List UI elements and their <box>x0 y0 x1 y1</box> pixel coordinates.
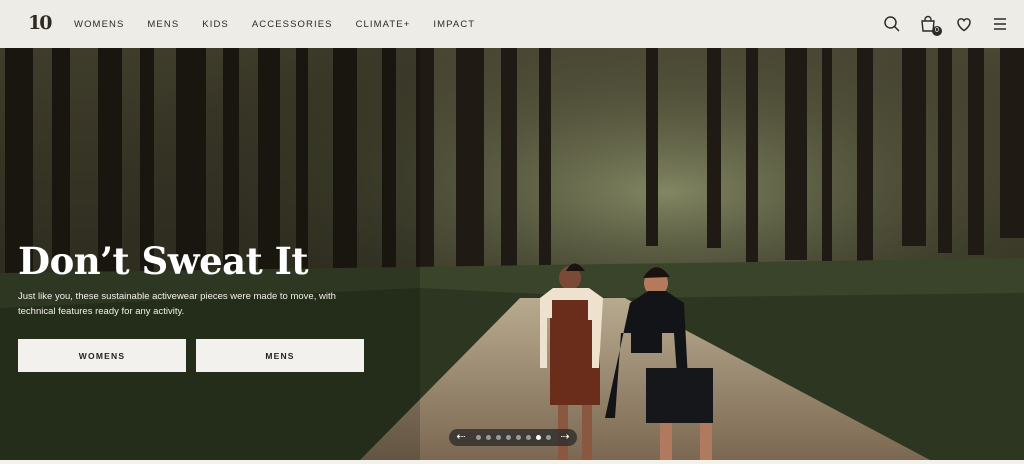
carousel-dot[interactable] <box>495 435 501 440</box>
nav-item-impact[interactable]: IMPACT <box>433 19 475 30</box>
top-navigation: 10 WOMENS MENS KIDS ACCESSORIES CLIMATE+… <box>0 0 1024 48</box>
nav-item-kids[interactable]: KIDS <box>202 19 229 30</box>
carousel-controls: ⇠ ⇢ <box>449 429 577 446</box>
carousel-dot[interactable] <box>545 435 551 440</box>
carousel-dot[interactable] <box>535 435 541 440</box>
carousel-dot[interactable] <box>505 435 511 440</box>
cart-icon[interactable]: 0 <box>918 14 942 36</box>
nav-item-womens[interactable]: WOMENS <box>74 19 124 30</box>
carousel-dots <box>475 435 551 440</box>
carousel-dot[interactable] <box>515 435 521 440</box>
menu-icon[interactable] <box>990 14 1010 34</box>
nav-item-climate-plus[interactable]: CLIMATE+ <box>356 19 411 30</box>
search-icon[interactable] <box>882 14 902 34</box>
shop-womens-button[interactable]: WOMENS <box>18 339 186 372</box>
hero-banner: Don’t Sweat It Just like you, these sust… <box>0 48 1024 460</box>
nav-item-mens[interactable]: MENS <box>147 19 179 30</box>
brand-logo[interactable]: 10 <box>28 10 54 36</box>
hero-title: Don’t Sweat It <box>18 239 308 283</box>
nav-item-accessories[interactable]: ACCESSORIES <box>252 19 333 30</box>
page-bottom-edge <box>0 460 1024 464</box>
carousel-dot[interactable] <box>475 435 481 440</box>
cart-count-badge: 0 <box>932 26 942 36</box>
carousel-dot[interactable] <box>525 435 531 440</box>
primary-menu: WOMENS MENS KIDS ACCESSORIES CLIMATE+ IM… <box>74 0 498 48</box>
shop-mens-button[interactable]: MENS <box>196 339 364 372</box>
previous-arrow-icon[interactable]: ⇠ <box>455 429 467 446</box>
carousel-dot[interactable] <box>485 435 491 440</box>
header-actions: 0 <box>882 0 1010 48</box>
next-arrow-icon[interactable]: ⇢ <box>559 429 571 446</box>
heart-icon[interactable] <box>954 14 974 34</box>
hero-description: Just like you, these sustainable activew… <box>18 291 336 317</box>
